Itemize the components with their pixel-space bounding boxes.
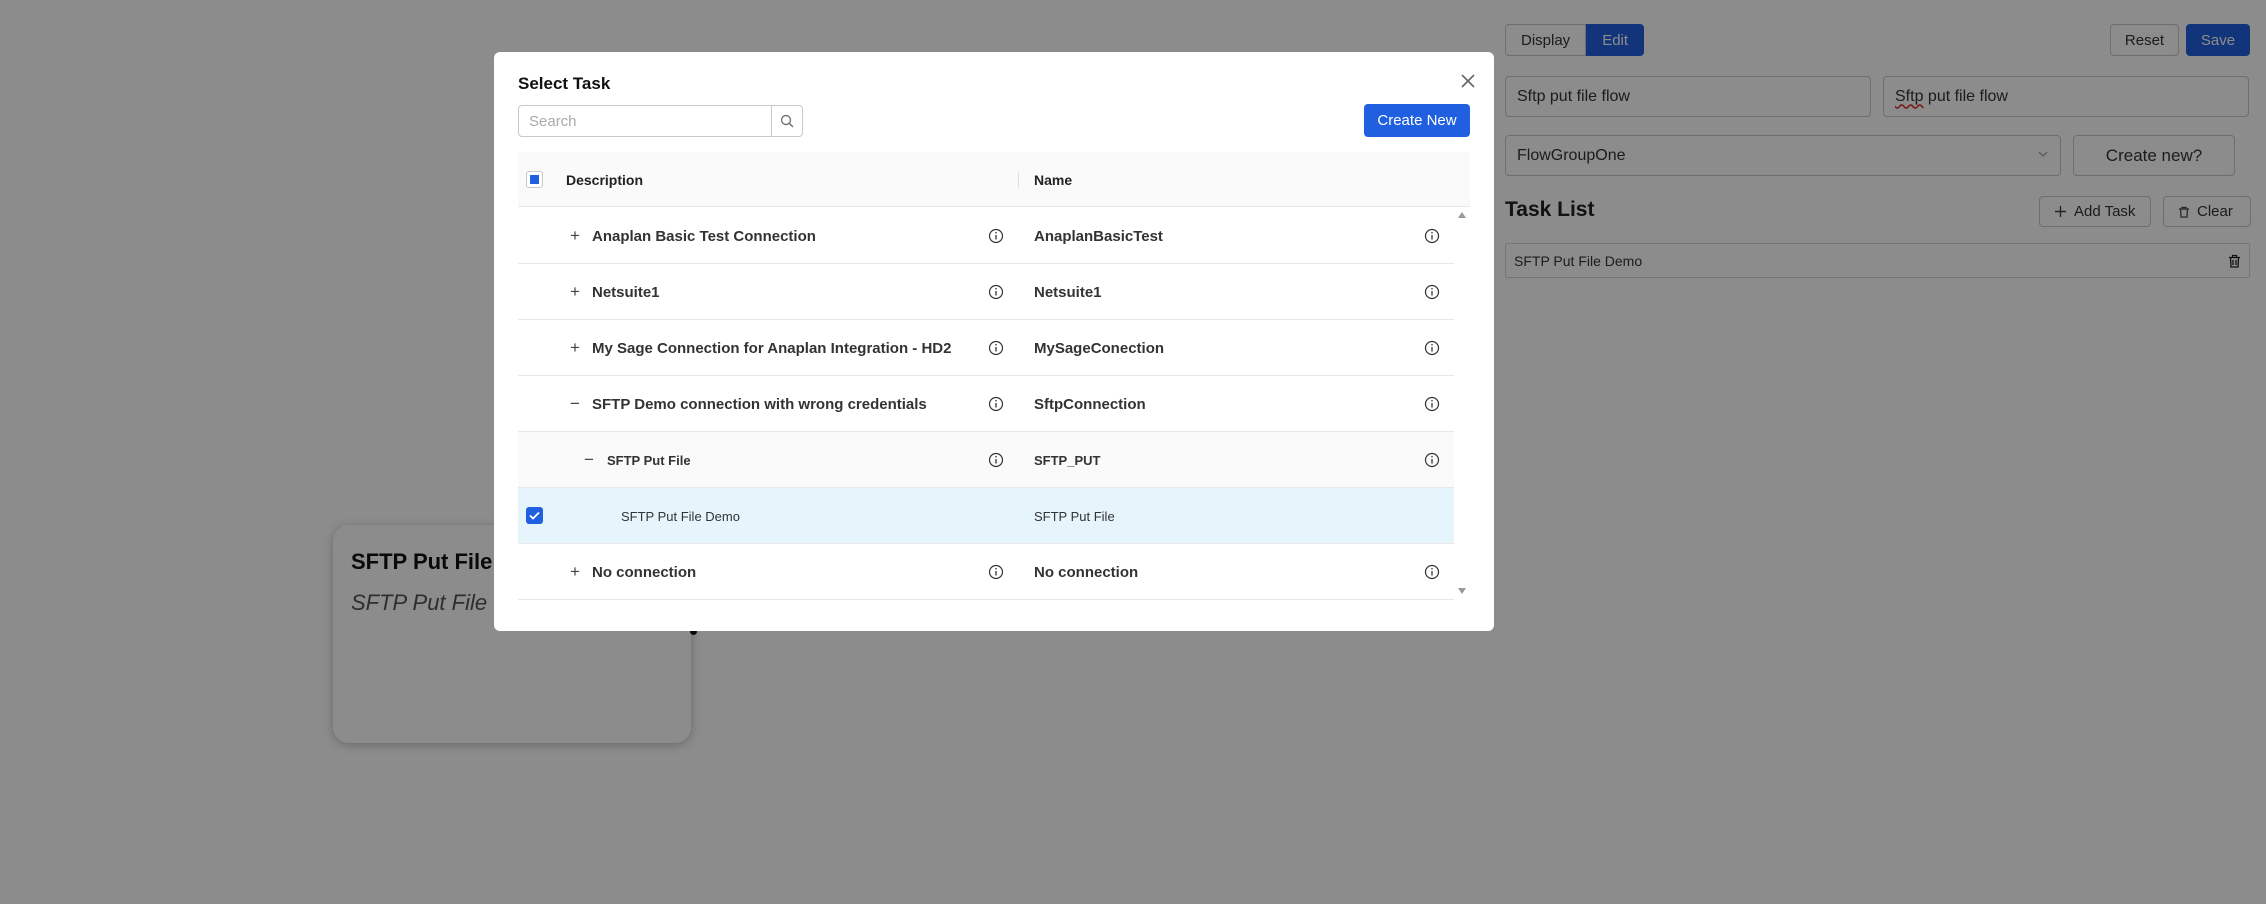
select-task-modal: Select Task Create New Description Name … bbox=[494, 52, 1494, 631]
task-tree-table: Description Name + Anaplan Basic Test Co… bbox=[518, 152, 1470, 600]
scroll-down-icon[interactable] bbox=[1458, 588, 1466, 594]
row-description: SFTP Put File bbox=[607, 452, 691, 468]
scroll-up-icon[interactable] bbox=[1458, 212, 1466, 218]
info-icon[interactable] bbox=[1424, 564, 1440, 580]
table-row-selected[interactable]: SFTP Put File Demo SFTP Put File bbox=[518, 488, 1454, 544]
column-divider bbox=[1018, 172, 1019, 188]
row-name: SftpConnection bbox=[1034, 395, 1146, 413]
table-row[interactable]: + Netsuite1 Netsuite1 bbox=[518, 264, 1454, 320]
row-name: Netsuite1 bbox=[1034, 283, 1102, 301]
expand-plus-icon[interactable]: + bbox=[568, 264, 582, 320]
row-name: AnaplanBasicTest bbox=[1034, 227, 1163, 245]
expand-plus-icon[interactable]: + bbox=[568, 544, 582, 600]
table-header: Description Name bbox=[518, 152, 1470, 207]
info-icon[interactable] bbox=[988, 284, 1004, 300]
info-icon[interactable] bbox=[988, 396, 1004, 412]
expand-plus-icon[interactable]: + bbox=[568, 320, 582, 376]
info-icon[interactable] bbox=[1424, 228, 1440, 244]
info-icon[interactable] bbox=[1424, 452, 1440, 468]
app-stage: SFTP Put File SFTP Put File Display Edit… bbox=[0, 0, 2266, 904]
row-name: SFTP_PUT bbox=[1034, 452, 1101, 468]
row-name: SFTP Put File bbox=[1034, 508, 1115, 524]
info-icon[interactable] bbox=[1424, 284, 1440, 300]
collapse-minus-icon[interactable]: − bbox=[582, 432, 596, 488]
select-all-checkbox[interactable] bbox=[526, 171, 543, 188]
create-new-task-button[interactable]: Create New bbox=[1364, 104, 1470, 137]
expand-plus-icon[interactable]: + bbox=[568, 208, 582, 264]
row-name: MySageConection bbox=[1034, 339, 1165, 357]
column-header-name[interactable]: Name bbox=[1034, 152, 1072, 207]
close-icon[interactable] bbox=[1457, 70, 1479, 92]
table-row[interactable]: + Anaplan Basic Test Connection AnaplanB… bbox=[518, 208, 1454, 264]
row-description: Anaplan Basic Test Connection bbox=[592, 227, 816, 245]
checkbox-checked-icon bbox=[529, 511, 540, 520]
search-input[interactable] bbox=[518, 105, 772, 137]
row-description: My Sage Connection for Anaplan Integrati… bbox=[592, 339, 952, 357]
column-header-description[interactable]: Description bbox=[566, 152, 643, 207]
collapse-minus-icon[interactable]: − bbox=[568, 376, 582, 432]
info-icon[interactable] bbox=[988, 340, 1004, 356]
info-icon[interactable] bbox=[988, 564, 1004, 580]
row-description: SFTP Demo connection with wrong credenti… bbox=[592, 395, 927, 413]
table-row-nested[interactable]: − SFTP Put File SFTP_PUT bbox=[518, 432, 1454, 488]
table-body: + Anaplan Basic Test Connection AnaplanB… bbox=[518, 208, 1454, 600]
table-scrollbar[interactable] bbox=[1454, 208, 1470, 600]
info-icon[interactable] bbox=[1424, 340, 1440, 356]
search-icon bbox=[780, 114, 794, 128]
info-icon[interactable] bbox=[988, 228, 1004, 244]
row-description: Netsuite1 bbox=[592, 283, 660, 301]
table-row[interactable]: − SFTP Demo connection with wrong creden… bbox=[518, 376, 1454, 432]
row-description: SFTP Put File Demo bbox=[621, 508, 740, 524]
table-row[interactable]: + My Sage Connection for Anaplan Integra… bbox=[518, 320, 1454, 376]
info-icon[interactable] bbox=[988, 452, 1004, 468]
table-row[interactable]: + No connection No connection bbox=[518, 544, 1454, 600]
row-checkbox[interactable] bbox=[526, 507, 543, 524]
row-name: No connection bbox=[1034, 563, 1139, 581]
search-button[interactable] bbox=[771, 105, 803, 137]
row-description: No connection bbox=[592, 563, 697, 581]
modal-title: Select Task bbox=[518, 74, 611, 93]
info-icon[interactable] bbox=[1424, 396, 1440, 412]
